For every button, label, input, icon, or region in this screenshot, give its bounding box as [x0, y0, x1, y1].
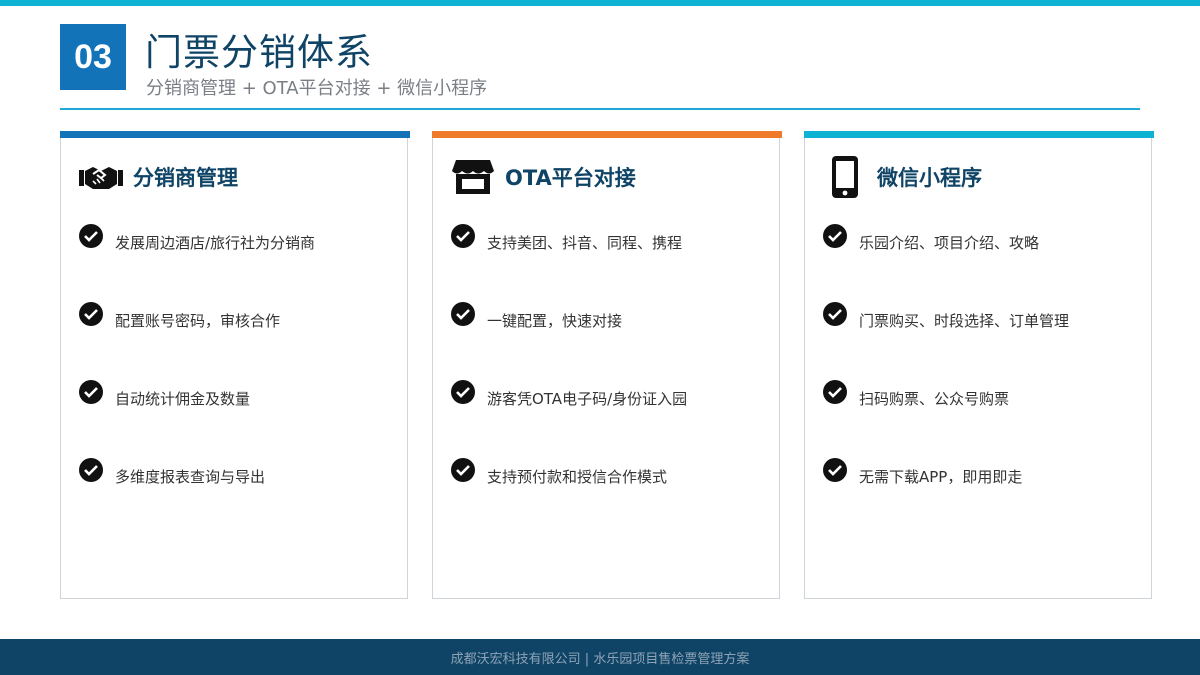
list-item: 多维度报表查询与导出 — [79, 455, 399, 486]
list-item-text: 自动统计佣金及数量 — [115, 389, 251, 408]
list-item-text: 无需下载APP，即用即走 — [859, 467, 1023, 486]
list-item-text: 多维度报表查询与导出 — [115, 467, 266, 486]
check-circle-icon — [79, 380, 103, 404]
card-header: OTA平台对接 — [451, 157, 636, 197]
list-item: 一键配置，快速对接 — [451, 299, 771, 330]
footer-bar: 成都沃宏科技有限公司 | 水乐园项目售检票管理方案 — [0, 639, 1200, 675]
list-item: 门票购买、时段选择、订单管理 — [823, 299, 1143, 330]
smartphone-icon — [823, 156, 867, 198]
card-ota-integration: OTA平台对接 支持美团、抖音、同程、携程 一键配置，快速对接 游客凭OTA电子… — [432, 131, 782, 599]
footer-text: 成都沃宏科技有限公司 | 水乐园项目售检票管理方案 — [450, 651, 750, 667]
card-header: 分销商管理 — [79, 157, 238, 197]
page-subtitle: 分销商管理 + OTA平台对接 + 微信小程序 — [146, 78, 488, 99]
list-item-text: 游客凭OTA电子码/身份证入园 — [487, 389, 688, 408]
list-item-text: 发展周边酒店/旅行社为分销商 — [115, 233, 316, 252]
title-divider — [60, 108, 1140, 110]
list-item: 自动统计佣金及数量 — [79, 377, 399, 408]
card-accent-bar — [60, 131, 410, 138]
handshake-icon — [79, 157, 123, 197]
page-title: 门票分销体系 — [145, 31, 373, 74]
list-item-text: 一键配置，快速对接 — [487, 311, 623, 330]
list-item: 扫码购票、公众号购票 — [823, 377, 1143, 408]
card-title: OTA平台对接 — [505, 166, 636, 190]
card-distributor-management: 分销商管理 发展周边酒店/旅行社为分销商 配置账号密码，审核合作 自动统计佣金及… — [60, 131, 410, 599]
list-item: 支持美团、抖音、同程、携程 — [451, 221, 771, 252]
card-title: 分销商管理 — [133, 166, 238, 190]
list-item: 发展周边酒店/旅行社为分销商 — [79, 221, 399, 252]
list-item-text: 支持预付款和授信合作模式 — [487, 467, 668, 486]
list-item: 支持预付款和授信合作模式 — [451, 455, 771, 486]
list-item: 无需下载APP，即用即走 — [823, 455, 1143, 486]
check-circle-icon — [823, 380, 847, 404]
check-circle-icon — [79, 224, 103, 248]
list-item-text: 乐园介绍、项目介绍、攻略 — [859, 233, 1040, 252]
card-header: 微信小程序 — [823, 156, 982, 198]
check-circle-icon — [79, 458, 103, 482]
check-circle-icon — [823, 458, 847, 482]
store-icon — [451, 157, 495, 197]
check-circle-icon — [823, 224, 847, 248]
check-circle-icon — [79, 302, 103, 326]
top-accent-bar — [0, 0, 1200, 6]
list-item: 游客凭OTA电子码/身份证入园 — [451, 377, 771, 408]
list-item-text: 扫码购票、公众号购票 — [859, 389, 1010, 408]
list-item: 乐园介绍、项目介绍、攻略 — [823, 221, 1143, 252]
card-title: 微信小程序 — [877, 166, 982, 190]
list-item: 配置账号密码，审核合作 — [79, 299, 399, 330]
list-item-text: 支持美团、抖音、同程、携程 — [487, 233, 683, 252]
section-number-badge: 03 — [60, 24, 126, 90]
check-circle-icon — [451, 224, 475, 248]
card-accent-bar — [432, 131, 782, 138]
card-wechat-mini-program: 微信小程序 乐园介绍、项目介绍、攻略 门票购买、时段选择、订单管理 扫码购票、公… — [804, 131, 1154, 599]
list-item-text: 门票购买、时段选择、订单管理 — [859, 311, 1070, 330]
check-circle-icon — [823, 302, 847, 326]
check-circle-icon — [451, 458, 475, 482]
check-circle-icon — [451, 302, 475, 326]
check-circle-icon — [451, 380, 475, 404]
list-item-text: 配置账号密码，审核合作 — [115, 311, 281, 330]
card-accent-bar — [804, 131, 1154, 138]
